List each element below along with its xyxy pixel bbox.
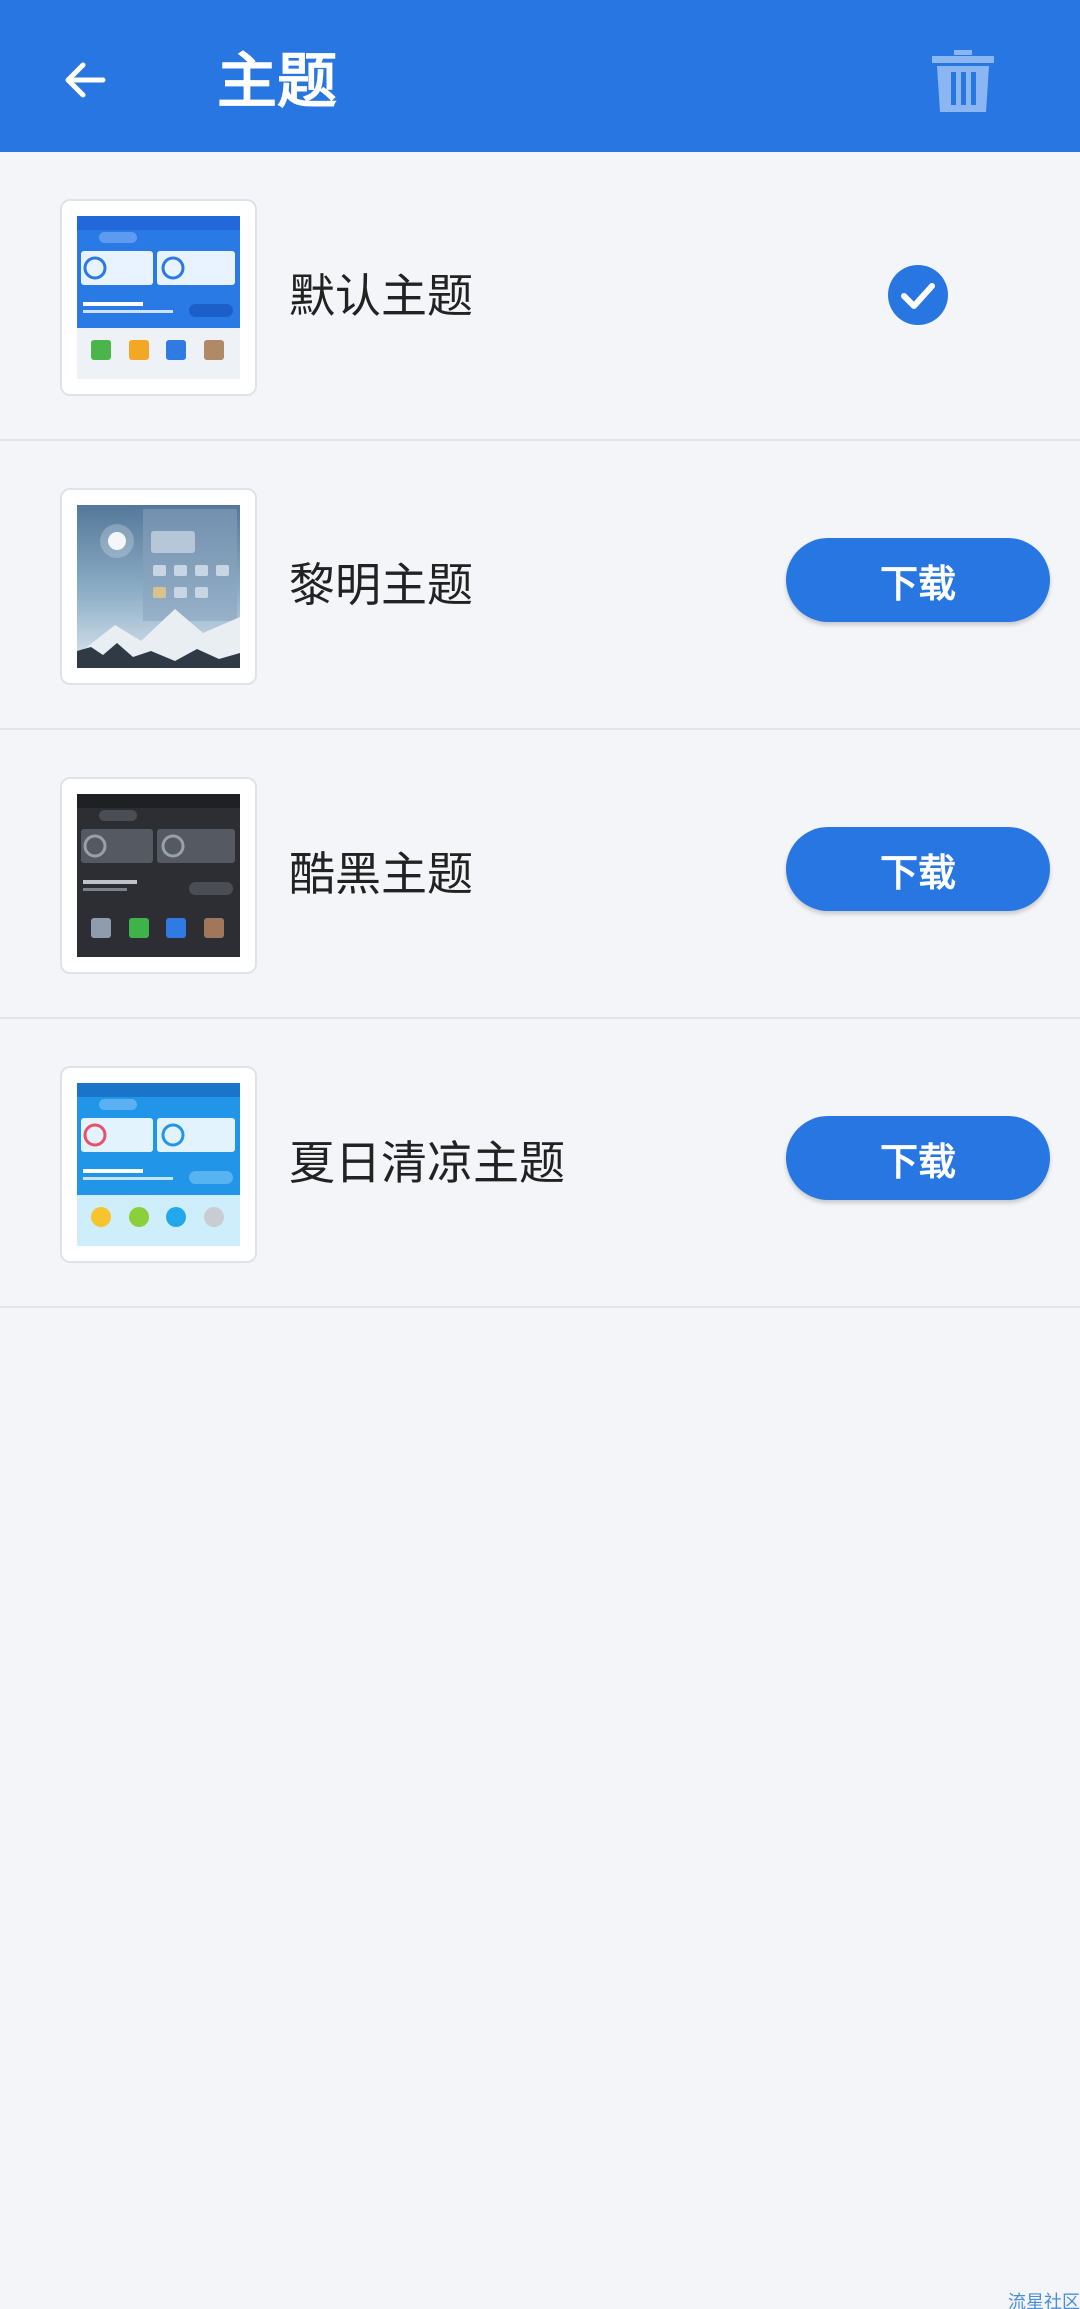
dawn-theme-preview (60, 488, 257, 685)
default-theme-preview (60, 199, 257, 396)
app-bar: 主题 (0, 0, 1080, 152)
dark-theme-preview (60, 777, 257, 974)
selected-check-icon (888, 265, 948, 325)
page-title: 主题 (217, 47, 337, 117)
theme-list: 默认主题 黎明主题 下载 酷黑主题 下载 夏日清凉主题 下载 (0, 152, 1080, 1308)
theme-name: 夏日清凉主题 (289, 1136, 565, 1190)
list-item[interactable]: 默认主题 (0, 152, 1080, 441)
theme-name: 酷黑主题 (289, 847, 473, 901)
back-button[interactable] (40, 40, 130, 120)
download-button[interactable]: 下载 (786, 538, 1050, 622)
download-button[interactable]: 下载 (786, 827, 1050, 911)
watermark-text: 流星社区 (1008, 2292, 1080, 2309)
list-item[interactable]: 黎明主题 下载 (0, 441, 1080, 730)
arrow-left-icon (65, 62, 106, 98)
download-button[interactable]: 下载 (786, 1116, 1050, 1200)
delete-button[interactable] (918, 38, 1008, 124)
theme-name: 默认主题 (289, 269, 473, 323)
summer-theme-preview (60, 1066, 257, 1263)
list-item[interactable]: 夏日清凉主题 下载 (0, 1019, 1080, 1308)
trash-icon (932, 50, 994, 112)
theme-name: 黎明主题 (289, 558, 473, 612)
list-item[interactable]: 酷黑主题 下载 (0, 730, 1080, 1019)
